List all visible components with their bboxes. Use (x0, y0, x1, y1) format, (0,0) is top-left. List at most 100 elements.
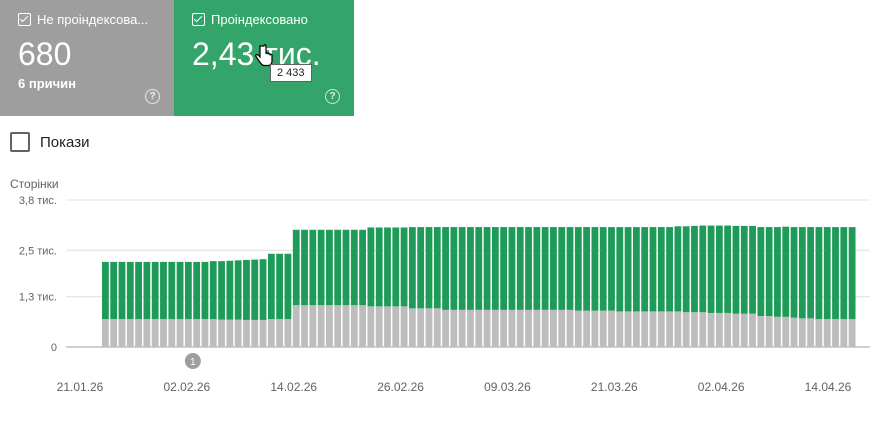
bar-indexed (516, 227, 524, 310)
bar-indexed (442, 227, 449, 310)
bar-indexed (657, 227, 665, 312)
bar-not-indexed (599, 310, 607, 347)
bar-indexed (168, 261, 176, 320)
bar-not-indexed (135, 319, 142, 347)
bar-indexed (591, 227, 599, 311)
bar-indexed (184, 261, 192, 320)
bar-indexed (715, 225, 723, 313)
bar-indexed (608, 227, 615, 311)
bar-indexed (384, 227, 391, 307)
bar-indexed (359, 229, 367, 306)
bar-not-indexed (508, 309, 516, 347)
bar-not-indexed (616, 311, 624, 347)
bar-indexed (467, 227, 474, 310)
bar-not-indexed (392, 306, 400, 347)
bar-indexed (724, 225, 732, 313)
bar-indexed (483, 227, 491, 310)
bar-not-indexed (691, 312, 698, 347)
bar-not-indexed (649, 311, 657, 347)
bar-indexed (840, 227, 848, 320)
bar-not-indexed (757, 316, 765, 347)
bar-indexed (433, 227, 441, 309)
bar-indexed (392, 227, 400, 307)
bar-indexed (110, 261, 118, 320)
bar-indexed (774, 227, 781, 317)
bar-not-indexed (641, 311, 649, 347)
bar-not-indexed (765, 316, 773, 347)
bar-indexed (790, 227, 798, 318)
bar-not-indexed (226, 319, 234, 347)
bar-not-indexed (118, 319, 126, 347)
bar-not-indexed (102, 319, 109, 347)
bar-not-indexed (243, 319, 250, 347)
bar-indexed (525, 227, 532, 310)
bar-indexed (193, 261, 201, 320)
bar-indexed (284, 253, 292, 320)
bar-indexed (550, 227, 557, 310)
bar-not-indexed (782, 316, 790, 347)
bar-not-indexed (624, 311, 632, 347)
bar-not-indexed (583, 310, 591, 347)
bar-indexed (267, 253, 275, 320)
x-tick-label: 02.02.26 (163, 380, 210, 394)
bar-not-indexed (334, 305, 342, 347)
bar-indexed (367, 227, 375, 307)
x-tick-label: 09.03.26 (484, 380, 531, 394)
bar-indexed (276, 253, 284, 320)
bar-not-indexed (209, 319, 217, 347)
bar-not-indexed (384, 306, 391, 347)
bar-indexed (118, 261, 126, 320)
bar-indexed (143, 261, 151, 320)
bar-indexed (583, 227, 591, 311)
bar-indexed (749, 225, 756, 314)
bar-indexed (732, 225, 740, 314)
bar-not-indexed (267, 319, 275, 347)
bar-not-indexed (301, 305, 308, 347)
x-tick-label: 21.01.26 (57, 380, 104, 394)
bar-indexed (326, 229, 333, 306)
y-tick-label: 2,5 тис. (19, 245, 57, 257)
bar-not-indexed (259, 319, 267, 347)
bar-indexed (243, 259, 250, 320)
bar-not-indexed (774, 316, 781, 347)
bar-not-indexed (682, 312, 690, 347)
bar-not-indexed (608, 310, 615, 347)
bar-indexed (301, 229, 308, 306)
bar-not-indexed (292, 305, 300, 347)
x-tick-label: 02.04.26 (698, 380, 745, 394)
bar-not-indexed (666, 311, 673, 347)
bar-not-indexed (193, 319, 201, 347)
bar-not-indexed (475, 309, 483, 347)
bar-indexed (126, 261, 134, 320)
bar-not-indexed (433, 308, 441, 347)
bar-indexed (292, 229, 300, 306)
annotation-label: 1 (190, 357, 196, 368)
bar-indexed (201, 261, 209, 320)
bar-indexed (757, 227, 765, 317)
bar-not-indexed (408, 308, 416, 347)
bar-indexed (408, 227, 416, 309)
bar-not-indexed (550, 309, 557, 347)
bar-not-indexed (317, 305, 325, 347)
bar-indexed (807, 227, 815, 319)
bar-not-indexed (359, 305, 367, 347)
bar-indexed (641, 227, 649, 312)
bar-not-indexed (417, 308, 425, 347)
bar-not-indexed (143, 319, 151, 347)
bar-not-indexed (350, 305, 358, 347)
bar-indexed (815, 227, 823, 320)
bar-not-indexed (375, 306, 383, 347)
bar-indexed (425, 227, 433, 309)
bar-not-indexed (425, 308, 433, 347)
bar-not-indexed (234, 319, 242, 347)
bar-not-indexed (367, 306, 375, 347)
bar-indexed (707, 225, 715, 313)
x-tick-label: 21.03.26 (591, 380, 638, 394)
bar-not-indexed (533, 309, 541, 347)
y-tick-label: 1,3 тис. (19, 292, 57, 304)
bar-not-indexed (491, 309, 499, 347)
bar-not-indexed (458, 309, 466, 347)
bar-indexed (674, 226, 682, 312)
bar-indexed (649, 227, 657, 312)
bar-not-indexed (749, 313, 756, 347)
